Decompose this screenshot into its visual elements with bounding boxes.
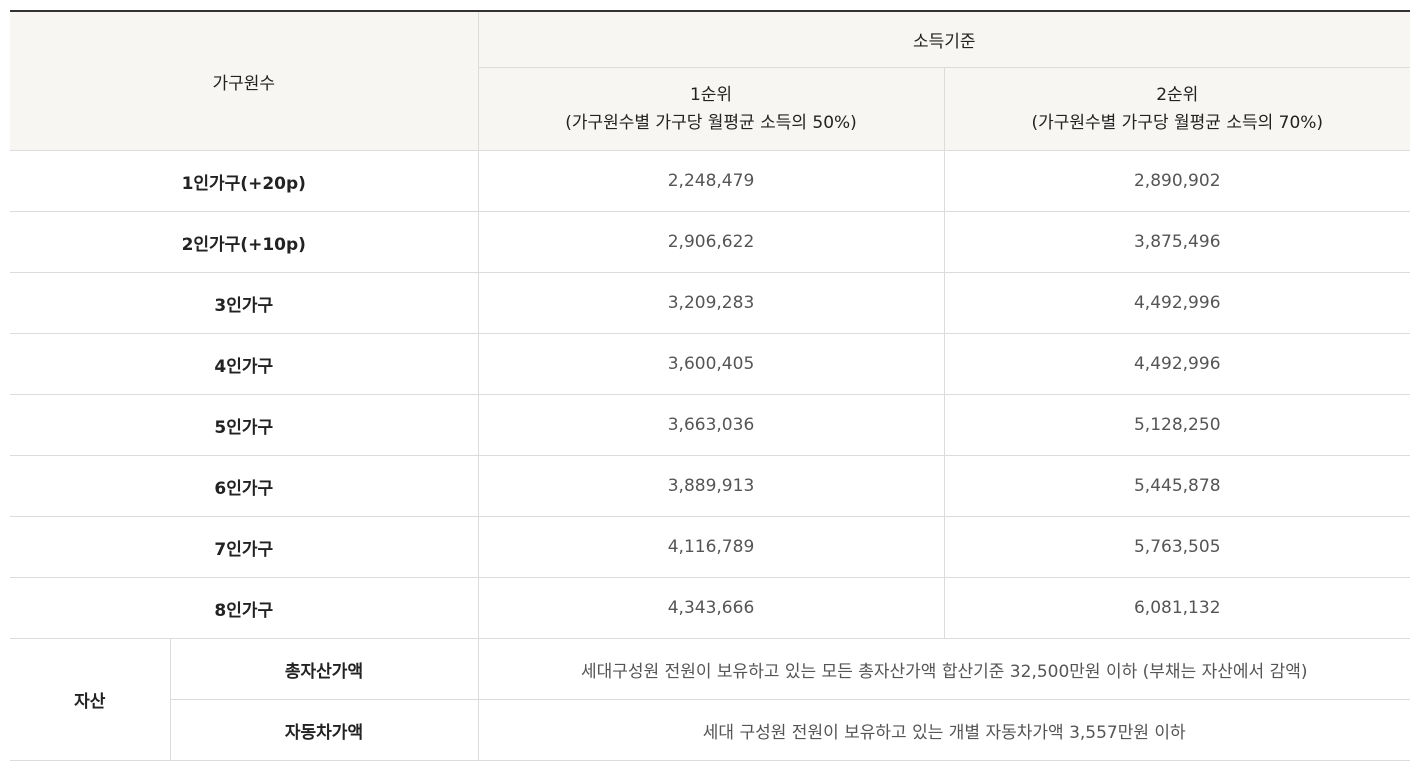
rank1-value: 4,343,666 xyxy=(477,577,944,639)
asset-car-row: 자동차가액 세대 구성원 전원이 보유하고 있는 개별 자동차가액 3,557만… xyxy=(10,699,1410,761)
household-label: 7인가구 xyxy=(10,516,478,578)
rank1-value: 2,248,479 xyxy=(477,150,944,212)
car-value-description: 세대 구성원 전원이 보유하고 있는 개별 자동차가액 3,557만원 이하 xyxy=(477,699,1410,761)
rank2-value: 4,492,996 xyxy=(943,333,1410,395)
rank2-value: 2,890,902 xyxy=(943,150,1410,212)
asset-category: 자산 xyxy=(10,638,170,761)
table-row: 8인가구 4,343,666 6,081,132 xyxy=(10,577,1410,639)
car-value-label: 자동차가액 xyxy=(169,699,478,761)
table-row: 6인가구 3,889,913 5,445,878 xyxy=(10,455,1410,517)
table-row: 3인가구 3,209,283 4,492,996 xyxy=(10,272,1410,334)
rank2-value: 3,875,496 xyxy=(943,211,1410,273)
rank1-value: 3,600,405 xyxy=(477,333,944,395)
total-asset-description: 세대구성원 전원이 보유하고 있는 모든 총자산가액 합산기준 32,500만원… xyxy=(477,638,1410,700)
household-size-header: 가구원수 xyxy=(10,11,478,151)
table-row: 2인가구(+10p) 2,906,622 3,875,496 xyxy=(10,211,1410,273)
household-label: 5인가구 xyxy=(10,394,478,456)
household-label: 2인가구(+10p) xyxy=(10,211,478,273)
asset-total-row: 자산 총자산가액 세대구성원 전원이 보유하고 있는 모든 총자산가액 합산기준… xyxy=(10,638,1410,761)
table-row: 4인가구 3,600,405 4,492,996 xyxy=(10,333,1410,395)
rank2-value: 5,763,505 xyxy=(943,516,1410,578)
household-label: 1인가구(+20p) xyxy=(10,150,478,212)
rank1-value: 3,889,913 xyxy=(477,455,944,517)
rank1-description: (가구원수별 가구당 월평균 소득의 50%) xyxy=(565,113,857,133)
household-label: 4인가구 xyxy=(10,333,478,395)
table-row: 5인가구 3,663,036 5,128,250 xyxy=(10,394,1410,456)
table-row: 7인가구 4,116,789 5,763,505 xyxy=(10,516,1410,578)
rank1-title: 1순위 xyxy=(689,85,733,105)
income-criteria-table: 가구원수 소득기준 1순위 (가구원수별 가구당 월평균 소득의 50%) 2순… xyxy=(10,10,1410,761)
rank2-title: 2순위 xyxy=(1156,85,1199,105)
income-criteria-table-container: 가구원수 소득기준 1순위 (가구원수별 가구당 월평균 소득의 50%) 2순… xyxy=(10,10,1410,761)
rank1-header: 1순위 (가구원수별 가구당 월평균 소득의 50%) xyxy=(477,67,944,151)
table-row: 1인가구(+20p) 2,248,479 2,890,902 xyxy=(10,150,1410,212)
household-label: 8인가구 xyxy=(10,577,478,639)
rank1-value: 4,116,789 xyxy=(477,516,944,578)
rank1-value: 3,209,283 xyxy=(477,272,944,334)
rank2-value: 6,081,132 xyxy=(943,577,1410,639)
rank2-description: (가구원수별 가구당 월평균 소득의 70%) xyxy=(1031,113,1324,133)
rank1-value: 3,663,036 xyxy=(477,394,944,456)
rank2-value: 5,128,250 xyxy=(943,394,1410,456)
total-asset-label: 총자산가액 xyxy=(169,638,478,700)
rank2-value: 5,445,878 xyxy=(943,455,1410,517)
household-label: 3인가구 xyxy=(10,272,478,334)
rank1-value: 2,906,622 xyxy=(477,211,944,273)
rank2-header: 2순위 (가구원수별 가구당 월평균 소득의 70%) xyxy=(943,67,1410,151)
income-standard-header: 소득기준 xyxy=(477,11,1410,68)
household-label: 6인가구 xyxy=(10,455,478,517)
rank2-value: 4,492,996 xyxy=(943,272,1410,334)
